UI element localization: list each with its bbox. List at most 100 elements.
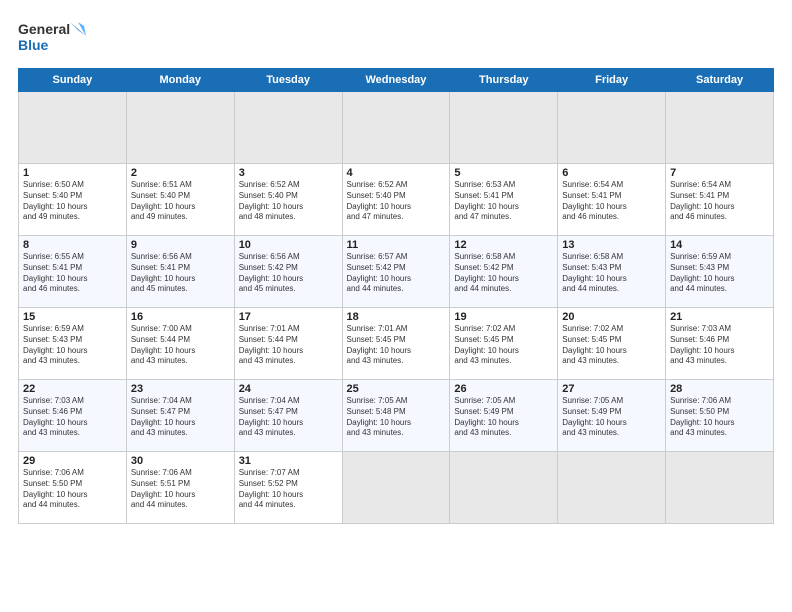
day-info: Sunrise: 6:56 AM Sunset: 5:41 PM Dayligh… (131, 252, 230, 295)
svg-text:General: General (18, 21, 70, 37)
day-cell: 28Sunrise: 7:06 AM Sunset: 5:50 PM Dayli… (666, 380, 774, 452)
day-number: 9 (131, 239, 230, 251)
day-number: 22 (23, 383, 122, 395)
day-info: Sunrise: 6:59 AM Sunset: 5:43 PM Dayligh… (670, 252, 769, 295)
day-cell: 31Sunrise: 7:07 AM Sunset: 5:52 PM Dayli… (234, 452, 342, 524)
day-cell (666, 452, 774, 524)
day-number: 1 (23, 167, 122, 179)
day-info: Sunrise: 7:04 AM Sunset: 5:47 PM Dayligh… (239, 396, 338, 439)
day-number: 12 (454, 239, 553, 251)
day-number: 2 (131, 167, 230, 179)
day-info: Sunrise: 7:01 AM Sunset: 5:45 PM Dayligh… (347, 324, 446, 367)
day-info: Sunrise: 7:02 AM Sunset: 5:45 PM Dayligh… (562, 324, 661, 367)
day-cell: 30Sunrise: 7:06 AM Sunset: 5:51 PM Dayli… (126, 452, 234, 524)
day-info: Sunrise: 6:56 AM Sunset: 5:42 PM Dayligh… (239, 252, 338, 295)
week-row-0 (19, 92, 774, 164)
day-cell: 10Sunrise: 6:56 AM Sunset: 5:42 PM Dayli… (234, 236, 342, 308)
day-cell: 11Sunrise: 6:57 AM Sunset: 5:42 PM Dayli… (342, 236, 450, 308)
day-number: 8 (23, 239, 122, 251)
day-info: Sunrise: 7:01 AM Sunset: 5:44 PM Dayligh… (239, 324, 338, 367)
day-cell: 6Sunrise: 6:54 AM Sunset: 5:41 PM Daylig… (558, 164, 666, 236)
day-cell: 13Sunrise: 6:58 AM Sunset: 5:43 PM Dayli… (558, 236, 666, 308)
day-number: 31 (239, 455, 338, 467)
day-cell: 25Sunrise: 7:05 AM Sunset: 5:48 PM Dayli… (342, 380, 450, 452)
day-info: Sunrise: 6:54 AM Sunset: 5:41 PM Dayligh… (562, 180, 661, 223)
day-cell: 1Sunrise: 6:50 AM Sunset: 5:40 PM Daylig… (19, 164, 127, 236)
col-header-friday: Friday (558, 69, 666, 92)
day-cell: 19Sunrise: 7:02 AM Sunset: 5:45 PM Dayli… (450, 308, 558, 380)
day-cell (19, 92, 127, 164)
day-info: Sunrise: 7:00 AM Sunset: 5:44 PM Dayligh… (131, 324, 230, 367)
day-number: 29 (23, 455, 122, 467)
day-number: 25 (347, 383, 446, 395)
calendar-table: SundayMondayTuesdayWednesdayThursdayFrid… (18, 68, 774, 524)
day-number: 15 (23, 311, 122, 323)
day-info: Sunrise: 6:50 AM Sunset: 5:40 PM Dayligh… (23, 180, 122, 223)
day-cell: 17Sunrise: 7:01 AM Sunset: 5:44 PM Dayli… (234, 308, 342, 380)
header-row: SundayMondayTuesdayWednesdayThursdayFrid… (19, 69, 774, 92)
day-cell: 5Sunrise: 6:53 AM Sunset: 5:41 PM Daylig… (450, 164, 558, 236)
day-info: Sunrise: 7:06 AM Sunset: 5:51 PM Dayligh… (131, 468, 230, 511)
day-cell (126, 92, 234, 164)
day-number: 27 (562, 383, 661, 395)
day-info: Sunrise: 6:59 AM Sunset: 5:43 PM Dayligh… (23, 324, 122, 367)
week-row-3: 15Sunrise: 6:59 AM Sunset: 5:43 PM Dayli… (19, 308, 774, 380)
day-cell: 24Sunrise: 7:04 AM Sunset: 5:47 PM Dayli… (234, 380, 342, 452)
day-info: Sunrise: 6:58 AM Sunset: 5:42 PM Dayligh… (454, 252, 553, 295)
day-cell: 14Sunrise: 6:59 AM Sunset: 5:43 PM Dayli… (666, 236, 774, 308)
day-number: 19 (454, 311, 553, 323)
day-info: Sunrise: 6:51 AM Sunset: 5:40 PM Dayligh… (131, 180, 230, 223)
day-info: Sunrise: 7:07 AM Sunset: 5:52 PM Dayligh… (239, 468, 338, 511)
day-number: 14 (670, 239, 769, 251)
day-info: Sunrise: 6:52 AM Sunset: 5:40 PM Dayligh… (347, 180, 446, 223)
day-cell: 23Sunrise: 7:04 AM Sunset: 5:47 PM Dayli… (126, 380, 234, 452)
day-number: 10 (239, 239, 338, 251)
day-cell: 8Sunrise: 6:55 AM Sunset: 5:41 PM Daylig… (19, 236, 127, 308)
day-cell: 20Sunrise: 7:02 AM Sunset: 5:45 PM Dayli… (558, 308, 666, 380)
day-info: Sunrise: 6:58 AM Sunset: 5:43 PM Dayligh… (562, 252, 661, 295)
day-cell: 12Sunrise: 6:58 AM Sunset: 5:42 PM Dayli… (450, 236, 558, 308)
day-cell (342, 92, 450, 164)
day-cell: 18Sunrise: 7:01 AM Sunset: 5:45 PM Dayli… (342, 308, 450, 380)
calendar-page: GeneralBlue SundayMondayTuesdayWednesday… (0, 0, 792, 612)
day-number: 3 (239, 167, 338, 179)
day-info: Sunrise: 6:57 AM Sunset: 5:42 PM Dayligh… (347, 252, 446, 295)
day-number: 28 (670, 383, 769, 395)
day-cell: 15Sunrise: 6:59 AM Sunset: 5:43 PM Dayli… (19, 308, 127, 380)
svg-text:Blue: Blue (18, 37, 49, 53)
day-info: Sunrise: 7:05 AM Sunset: 5:48 PM Dayligh… (347, 396, 446, 439)
day-number: 13 (562, 239, 661, 251)
day-cell: 26Sunrise: 7:05 AM Sunset: 5:49 PM Dayli… (450, 380, 558, 452)
day-cell: 21Sunrise: 7:03 AM Sunset: 5:46 PM Dayli… (666, 308, 774, 380)
day-cell: 22Sunrise: 7:03 AM Sunset: 5:46 PM Dayli… (19, 380, 127, 452)
day-number: 16 (131, 311, 230, 323)
col-header-wednesday: Wednesday (342, 69, 450, 92)
day-number: 17 (239, 311, 338, 323)
day-cell: 27Sunrise: 7:05 AM Sunset: 5:49 PM Dayli… (558, 380, 666, 452)
day-number: 5 (454, 167, 553, 179)
col-header-monday: Monday (126, 69, 234, 92)
day-cell: 3Sunrise: 6:52 AM Sunset: 5:40 PM Daylig… (234, 164, 342, 236)
day-cell (234, 92, 342, 164)
col-header-tuesday: Tuesday (234, 69, 342, 92)
day-cell: 9Sunrise: 6:56 AM Sunset: 5:41 PM Daylig… (126, 236, 234, 308)
logo: GeneralBlue (18, 18, 88, 58)
day-number: 23 (131, 383, 230, 395)
day-info: Sunrise: 7:02 AM Sunset: 5:45 PM Dayligh… (454, 324, 553, 367)
header: GeneralBlue (18, 18, 774, 58)
day-info: Sunrise: 7:04 AM Sunset: 5:47 PM Dayligh… (131, 396, 230, 439)
week-row-5: 29Sunrise: 7:06 AM Sunset: 5:50 PM Dayli… (19, 452, 774, 524)
logo-svg: GeneralBlue (18, 18, 88, 58)
day-number: 30 (131, 455, 230, 467)
day-cell: 4Sunrise: 6:52 AM Sunset: 5:40 PM Daylig… (342, 164, 450, 236)
day-info: Sunrise: 6:53 AM Sunset: 5:41 PM Dayligh… (454, 180, 553, 223)
day-info: Sunrise: 7:05 AM Sunset: 5:49 PM Dayligh… (562, 396, 661, 439)
day-number: 26 (454, 383, 553, 395)
day-number: 21 (670, 311, 769, 323)
day-cell: 16Sunrise: 7:00 AM Sunset: 5:44 PM Dayli… (126, 308, 234, 380)
day-number: 6 (562, 167, 661, 179)
day-number: 24 (239, 383, 338, 395)
day-info: Sunrise: 7:06 AM Sunset: 5:50 PM Dayligh… (670, 396, 769, 439)
day-number: 18 (347, 311, 446, 323)
day-cell (450, 452, 558, 524)
